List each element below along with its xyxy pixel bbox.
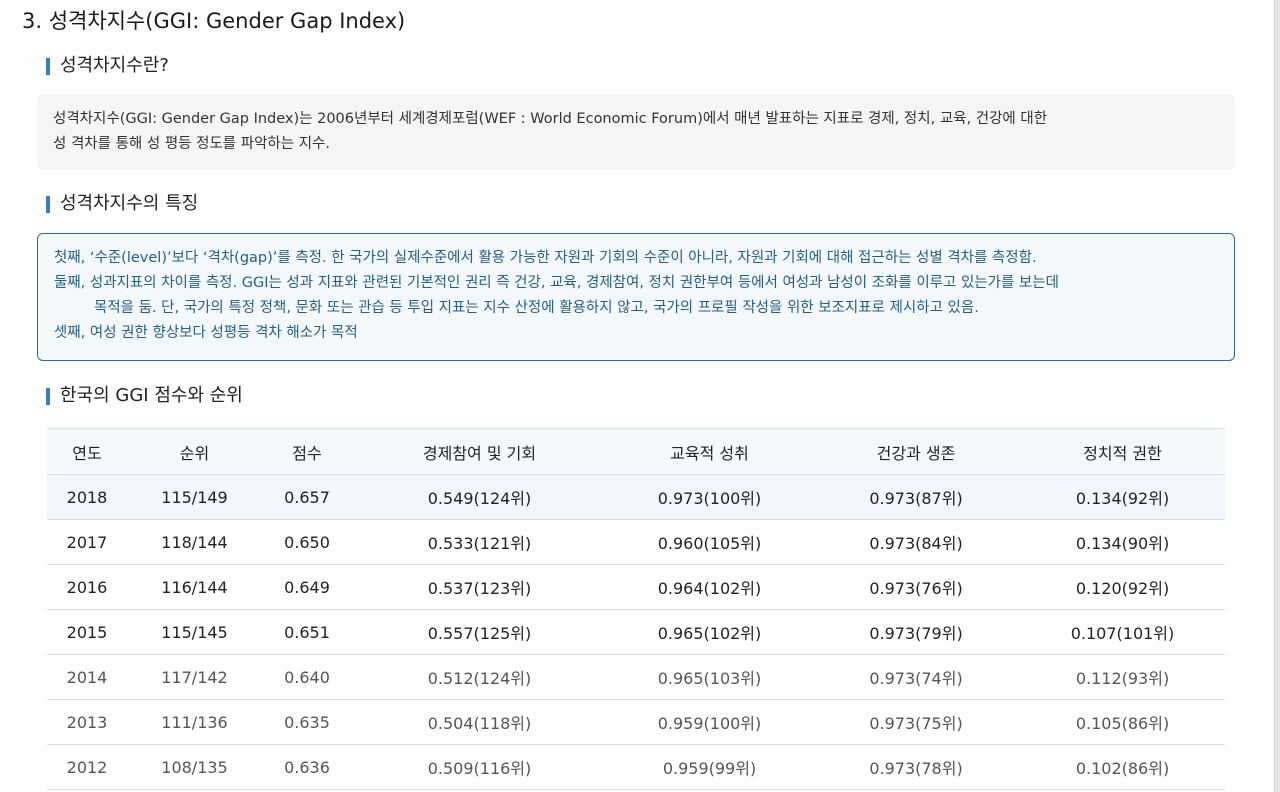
table-header-row: 연도 순위 점수 경제참여 및 기회 교육적 성취 건강과 생존 정치적 권한 xyxy=(47,428,1225,475)
cell-score: 0.651 xyxy=(262,609,352,655)
page-title: 3. 성격차지수(GGI: Gender Gap Index) xyxy=(22,9,406,33)
header-economic: 경제참여 및 기회 xyxy=(352,428,607,475)
table-row: 2017 118/144 0.650 0.533(121위) 0.960(105… xyxy=(47,519,1225,565)
cell-rank: 115/145 xyxy=(127,609,262,655)
cell-political: 0.112(93위) xyxy=(1020,654,1225,700)
section-heading-definition: 성격차지수란? xyxy=(46,53,169,79)
cell-education: 0.965(103위) xyxy=(607,654,812,700)
cell-economic: 0.537(123위) xyxy=(352,564,607,610)
table-row: 2015 115/145 0.651 0.557(125위) 0.965(102… xyxy=(47,609,1225,655)
cell-health: 0.973(87위) xyxy=(812,474,1020,520)
cell-health: 0.973(75위) xyxy=(812,699,1020,745)
section-heading-features: 성격차지수의 특징 xyxy=(46,191,198,217)
header-year: 연도 xyxy=(47,428,127,475)
cell-political: 0.120(92위) xyxy=(1020,564,1225,610)
definition-text-line: 성격차지수(GGI: Gender Gap Index)는 2006년부터 세계… xyxy=(53,111,1048,127)
cell-year: 2016 xyxy=(47,564,127,610)
cell-score: 0.649 xyxy=(262,564,352,610)
cell-year: 2014 xyxy=(47,654,127,700)
cell-economic: 0.504(118위) xyxy=(352,699,607,745)
table-row: 2016 116/144 0.649 0.537(123위) 0.964(102… xyxy=(47,564,1225,610)
cell-year: 2017 xyxy=(47,519,127,565)
cell-health: 0.973(79위) xyxy=(812,609,1020,655)
cell-economic: 0.533(121위) xyxy=(352,519,607,565)
feature-first: 첫째, ‘수준(level)’보다 ‘격차(gap)’를 측정. 한 국가의 실… xyxy=(54,250,1037,266)
cell-education: 0.959(100위) xyxy=(607,699,812,745)
cell-rank: 117/142 xyxy=(127,654,262,700)
cell-education: 0.964(102위) xyxy=(607,564,812,610)
feature-second-continued: 목적을 둠. 단, 국가의 특정 정책, 문화 또는 관습 등 투입 지표는 지… xyxy=(94,300,979,316)
features-box: 첫째, ‘수준(level)’보다 ‘격차(gap)’를 측정. 한 국가의 실… xyxy=(37,233,1235,361)
cell-year: 2018 xyxy=(47,474,127,520)
page-scrollbar[interactable] xyxy=(1274,0,1280,792)
cell-health: 0.973(76위) xyxy=(812,564,1020,610)
ggi-table: 연도 순위 점수 경제참여 및 기회 교육적 성취 건강과 생존 정치적 권한 … xyxy=(47,428,1225,790)
cell-political: 0.102(86위) xyxy=(1020,744,1225,790)
header-rank: 순위 xyxy=(127,428,262,475)
header-health: 건강과 생존 xyxy=(812,428,1020,475)
cell-year: 2015 xyxy=(47,609,127,655)
cell-score: 0.657 xyxy=(262,474,352,520)
cell-rank: 116/144 xyxy=(127,564,262,610)
cell-health: 0.973(78위) xyxy=(812,744,1020,790)
table-row: 2018 115/149 0.657 0.549(124위) 0.973(100… xyxy=(47,474,1225,520)
cell-education: 0.973(100위) xyxy=(607,474,812,520)
cell-education: 0.960(105위) xyxy=(607,519,812,565)
cell-rank: 111/136 xyxy=(127,699,262,745)
cell-political: 0.107(101위) xyxy=(1020,609,1225,655)
cell-education: 0.965(102위) xyxy=(607,609,812,655)
cell-economic: 0.557(125위) xyxy=(352,609,607,655)
cell-score: 0.636 xyxy=(262,744,352,790)
definition-text-line: 성 격차를 통해 성 평등 정도를 파악하는 지수. xyxy=(53,136,330,152)
cell-rank: 108/135 xyxy=(127,744,262,790)
header-score: 점수 xyxy=(262,428,352,475)
table-row: 2013 111/136 0.635 0.504(118위) 0.959(100… xyxy=(47,699,1225,745)
cell-rank: 118/144 xyxy=(127,519,262,565)
section-heading-korea: 한국의 GGI 점수와 순위 xyxy=(46,383,243,409)
header-education: 교육적 성취 xyxy=(607,428,812,475)
table-row: 2012 108/135 0.636 0.509(116위) 0.959(99위… xyxy=(47,744,1225,790)
table-row: 2014 117/142 0.640 0.512(124위) 0.965(103… xyxy=(47,654,1225,700)
page: 3. 성격차지수(GGI: Gender Gap Index) 성격차지수란? … xyxy=(0,0,1280,792)
cell-political: 0.134(92위) xyxy=(1020,474,1225,520)
cell-economic: 0.549(124위) xyxy=(352,474,607,520)
header-political: 정치적 권한 xyxy=(1020,428,1225,475)
feature-third: 셋째, 여성 권한 향상보다 성평등 격차 해소가 목적 xyxy=(54,325,358,341)
cell-score: 0.650 xyxy=(262,519,352,565)
feature-second: 둘째, 성과지표의 차이를 측정. GGI는 성과 지표와 관련된 기본적인 권… xyxy=(54,275,1059,291)
cell-year: 2012 xyxy=(47,744,127,790)
cell-score: 0.640 xyxy=(262,654,352,700)
cell-economic: 0.509(116위) xyxy=(352,744,607,790)
cell-education: 0.959(99위) xyxy=(607,744,812,790)
cell-score: 0.635 xyxy=(262,699,352,745)
cell-economic: 0.512(124위) xyxy=(352,654,607,700)
cell-rank: 115/149 xyxy=(127,474,262,520)
cell-political: 0.105(86위) xyxy=(1020,699,1225,745)
cell-health: 0.973(74위) xyxy=(812,654,1020,700)
cell-political: 0.134(90위) xyxy=(1020,519,1225,565)
cell-health: 0.973(84위) xyxy=(812,519,1020,565)
cell-year: 2013 xyxy=(47,699,127,745)
definition-box: 성격차지수(GGI: Gender Gap Index)는 2006년부터 세계… xyxy=(37,94,1235,170)
